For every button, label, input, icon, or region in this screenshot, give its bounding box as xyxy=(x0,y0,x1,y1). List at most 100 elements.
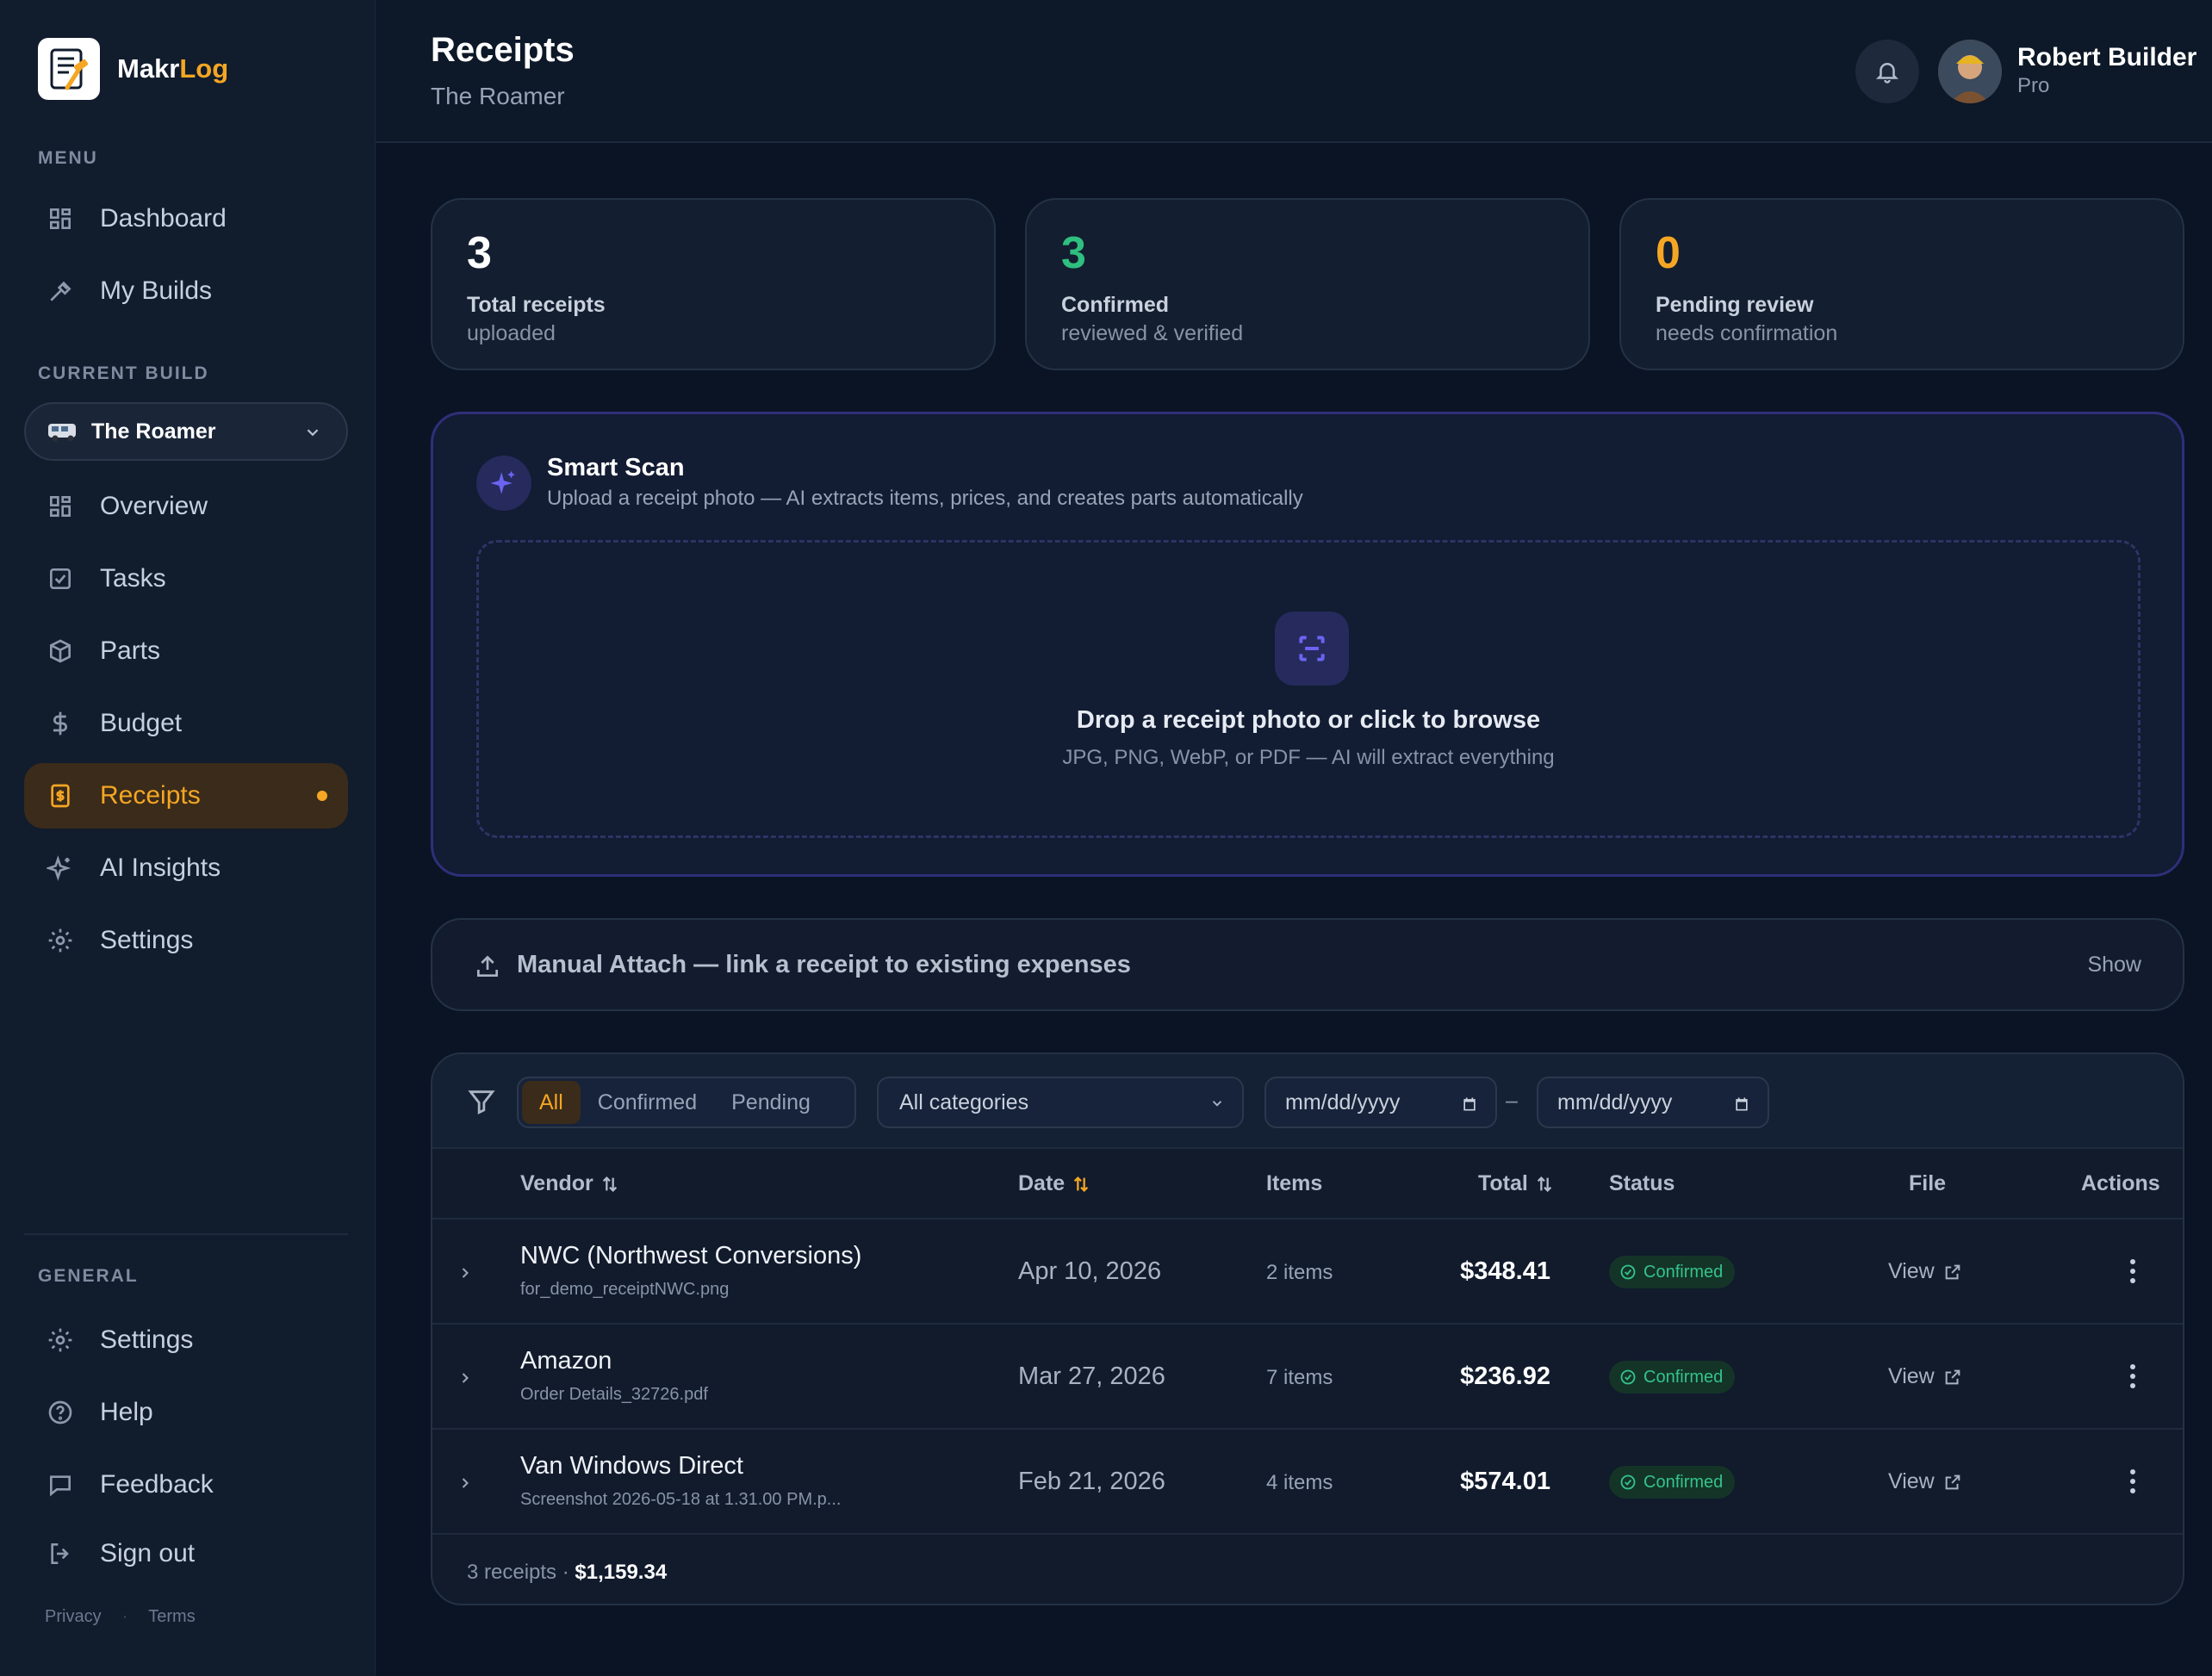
receipt-date: Apr 10, 2026 xyxy=(1018,1257,1162,1285)
hammer-icon xyxy=(50,281,71,301)
sidebar-item-feedback[interactable]: Feedback xyxy=(24,1452,348,1518)
table-row[interactable]: Van Windows Direct Screenshot 2026-05-18… xyxy=(432,1430,2183,1535)
user-avatar-icon xyxy=(1938,40,2002,103)
more-actions-icon[interactable] xyxy=(2122,1466,2143,1497)
page-header: Receipts The Roamer Robert Builder Pro xyxy=(376,0,2212,143)
chevron-right-icon[interactable] xyxy=(457,1474,474,1492)
column-header-total[interactable]: Total xyxy=(1478,1171,1554,1196)
more-actions-icon[interactable] xyxy=(2122,1361,2143,1392)
receipt-total: $236.92 xyxy=(1460,1363,1550,1390)
date-to-placeholder: mm/dd/yyyy xyxy=(1557,1089,1673,1114)
scan-icon xyxy=(1275,611,1349,686)
receipt-date: Feb 21, 2026 xyxy=(1018,1468,1165,1495)
category-select[interactable]: All categories xyxy=(877,1077,1244,1128)
user-name: Robert Builder xyxy=(2017,43,2197,71)
receipt-count: 3 receipts · xyxy=(467,1561,569,1584)
gear-icon xyxy=(48,1328,72,1352)
stat-label: Pending review xyxy=(1656,293,1814,317)
stat-card-total: 3 Total receipts uploaded xyxy=(431,198,996,370)
date-to-input[interactable]: mm/dd/yyyy xyxy=(1537,1077,1769,1128)
segment-confirmed[interactable]: Confirmed xyxy=(581,1081,714,1124)
chat-icon xyxy=(50,1475,71,1497)
category-select-value: All categories xyxy=(899,1089,1029,1114)
page-title: Receipts xyxy=(431,31,575,69)
receipt-date: Mar 27, 2026 xyxy=(1018,1363,1165,1390)
column-header-vendor[interactable]: Vendor xyxy=(520,1171,619,1196)
sidebar: MakrLog MENU Dashboard My Builds CURRENT… xyxy=(0,0,376,1676)
segment-pending[interactable]: Pending xyxy=(714,1081,828,1124)
current-build-section-label: CURRENT BUILD xyxy=(38,363,209,383)
sidebar-item-budget[interactable]: Budget xyxy=(24,691,348,756)
sidebar-item-label: Dashboard xyxy=(100,204,227,233)
brand-logo[interactable]: MakrLog xyxy=(38,38,228,100)
avatar[interactable] xyxy=(1938,40,2002,103)
stat-label: Confirmed xyxy=(1061,293,1169,317)
sort-icon xyxy=(602,1176,617,1192)
view-file-link[interactable]: View xyxy=(1888,1364,1962,1389)
sidebar-item-my-builds[interactable]: My Builds xyxy=(24,258,348,324)
sidebar-item-help[interactable]: Help xyxy=(24,1380,348,1445)
sidebar-item-label: Sign out xyxy=(100,1539,196,1567)
calendar-icon xyxy=(1463,1097,1476,1111)
smart-scan-card: Smart Scan Upload a receipt photo — AI e… xyxy=(431,412,2184,877)
active-indicator-dot xyxy=(317,791,327,801)
view-file-link[interactable]: View xyxy=(1888,1259,1962,1284)
receipt-dropzone[interactable]: Drop a receipt photo or click to browse … xyxy=(476,540,2141,838)
sidebar-item-ai-insights[interactable]: AI Insights xyxy=(24,835,348,901)
external-link-icon xyxy=(1945,1474,1960,1489)
filter-bar: All Confirmed Pending All categories mm/… xyxy=(432,1054,2183,1149)
sidebar-item-parts[interactable]: Parts xyxy=(24,618,348,684)
general-section-label: GENERAL xyxy=(38,1266,139,1286)
file-name: Screenshot 2026-05-18 at 1.31.00 PM.p... xyxy=(520,1490,842,1509)
current-build-select[interactable]: The Roamer xyxy=(24,402,348,461)
sidebar-item-label: Parts xyxy=(100,636,161,665)
vendor-name: NWC (Northwest Conversions) xyxy=(520,1242,862,1269)
user-plan: Pro xyxy=(2017,74,2050,97)
stat-value: 3 xyxy=(467,228,492,278)
sidebar-item-sign-out[interactable]: Sign out xyxy=(24,1521,348,1586)
date-from-input[interactable]: mm/dd/yyyy xyxy=(1264,1077,1497,1128)
status-segmented-control: All Confirmed Pending xyxy=(517,1077,856,1128)
notifications-button[interactable] xyxy=(1855,40,1919,103)
sidebar-item-dashboard[interactable]: Dashboard xyxy=(24,186,348,251)
privacy-link[interactable]: Privacy xyxy=(45,1607,102,1627)
more-actions-icon[interactable] xyxy=(2122,1256,2143,1287)
sort-icon xyxy=(1074,1176,1089,1192)
table-row[interactable]: NWC (Northwest Conversions) for_demo_rec… xyxy=(432,1220,2183,1325)
chevron-down-icon xyxy=(1212,1101,1222,1107)
calendar-icon xyxy=(1736,1097,1748,1111)
manual-attach-show-button[interactable]: Show xyxy=(2087,953,2141,978)
upload-icon xyxy=(477,955,498,977)
sidebar-item-receipts[interactable]: Receipts xyxy=(24,763,348,829)
sidebar-item-tasks[interactable]: Tasks xyxy=(24,546,348,611)
manual-attach-label: Manual Attach — link a receipt to existi… xyxy=(517,951,1131,978)
status-badge: Confirmed xyxy=(1609,1466,1736,1499)
stat-value: 0 xyxy=(1656,228,1681,278)
sidebar-item-settings[interactable]: Settings xyxy=(24,1307,348,1373)
sidebar-item-label: Settings xyxy=(100,1325,194,1354)
sparkle-icon xyxy=(476,456,531,511)
page-subtitle: The Roamer xyxy=(431,83,565,109)
view-file-link[interactable]: View xyxy=(1888,1469,1962,1494)
file-name: Order Details_32726.pdf xyxy=(520,1385,708,1404)
receipts-grand-total: $1,159.34 xyxy=(575,1561,668,1584)
manual-attach-panel[interactable]: Manual Attach — link a receipt to existi… xyxy=(431,918,2184,1011)
sidebar-item-build-settings[interactable]: Settings xyxy=(24,908,348,973)
terms-link[interactable]: Terms xyxy=(148,1607,195,1627)
column-header-date[interactable]: Date xyxy=(1018,1171,1090,1196)
help-icon xyxy=(48,1400,72,1425)
item-count: 2 items xyxy=(1266,1261,1333,1284)
grid-icon xyxy=(49,208,71,229)
table-row[interactable]: Amazon Order Details_32726.pdf Mar 27, 2… xyxy=(432,1325,2183,1430)
segment-all[interactable]: All xyxy=(522,1081,581,1124)
smart-scan-description: Upload a receipt photo — AI extracts ite… xyxy=(547,487,1303,510)
sidebar-divider xyxy=(24,1233,348,1235)
dollar-icon xyxy=(53,711,67,736)
chevron-right-icon[interactable] xyxy=(457,1264,474,1282)
chevron-right-icon[interactable] xyxy=(457,1369,474,1387)
file-name: for_demo_receiptNWC.png xyxy=(520,1280,730,1299)
grid-icon xyxy=(49,496,71,517)
sidebar-item-label: Receipts xyxy=(100,781,201,810)
column-header-status: Status xyxy=(1609,1171,1675,1195)
sidebar-item-overview[interactable]: Overview xyxy=(24,474,348,539)
